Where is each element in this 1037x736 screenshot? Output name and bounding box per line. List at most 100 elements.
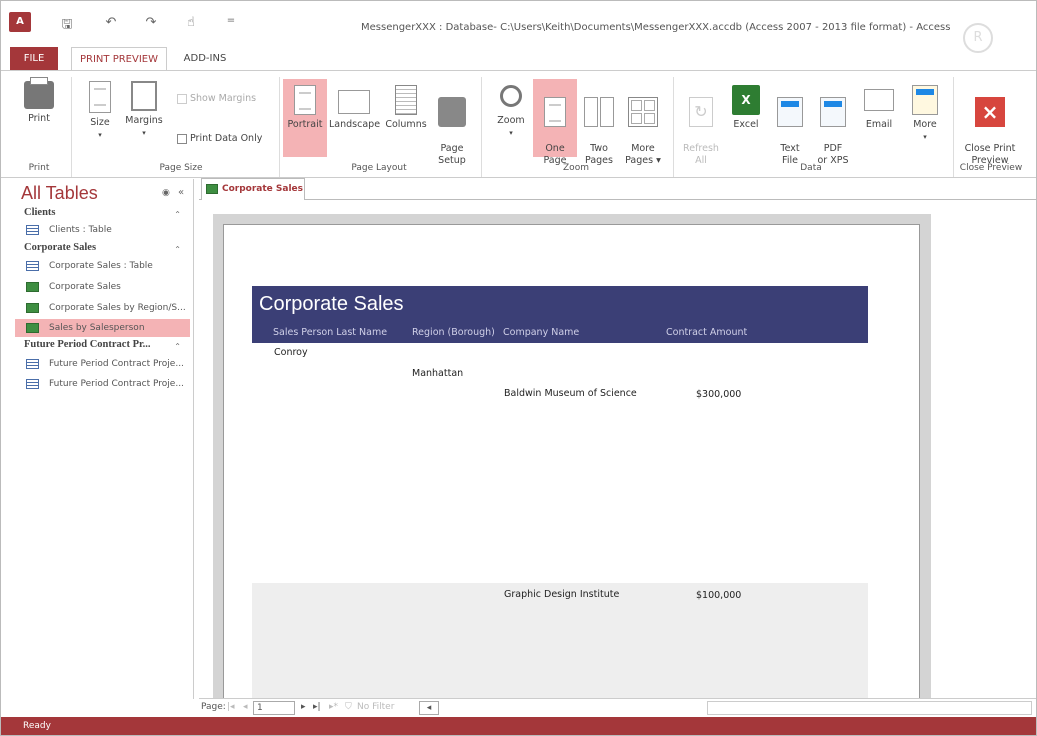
landscape-label: Landscape: [329, 119, 381, 130]
zoom-button[interactable]: Zoom ▾: [491, 85, 531, 139]
print-data-only-label: Print Data Only: [190, 133, 263, 144]
alternate-row-band: [252, 583, 868, 699]
excel-icon: X: [732, 85, 760, 115]
one-page-button[interactable]: One Page: [533, 79, 577, 166]
column-header-salesperson: Sales Person Last Name: [273, 327, 388, 338]
nav-item-label: Corporate Sales : Table: [49, 261, 153, 271]
table-icon: [26, 261, 39, 271]
new-record-icon[interactable]: ▸*: [329, 702, 338, 712]
landscape-button[interactable]: Landscape: [329, 85, 381, 131]
nav-group-clients[interactable]: Clients: [24, 207, 56, 218]
collapse-group-icon[interactable]: ⌃: [174, 342, 181, 351]
zoom-label: Zoom: [497, 115, 525, 126]
checkbox-icon: [177, 133, 187, 144]
email-label: Email: [865, 119, 893, 130]
more-pages-icon: [628, 97, 658, 127]
margins-button[interactable]: Margins ▾: [121, 81, 167, 139]
access-app-icon[interactable]: A: [9, 12, 31, 32]
table-icon: [26, 225, 39, 235]
document-tab-corporate-sales[interactable]: Corporate Sales: [201, 178, 305, 200]
first-page-icon[interactable]: |◂: [227, 702, 235, 712]
email-button[interactable]: Email: [859, 85, 899, 131]
tab-add-ins[interactable]: ADD-INS: [173, 47, 237, 71]
collapse-pane-icon[interactable]: «: [178, 187, 184, 198]
horizontal-scrollbar[interactable]: [707, 701, 1032, 715]
customize-qat-icon[interactable]: =: [221, 15, 241, 33]
nav-item-label: Corporate Sales by Region/S...: [49, 303, 186, 313]
columns-button[interactable]: Columns: [383, 85, 429, 131]
excel-label: Excel: [733, 119, 759, 130]
company-value: Graphic Design Institute: [504, 589, 620, 600]
scroll-left-icon[interactable]: ◂: [419, 701, 439, 715]
report-icon: [206, 184, 218, 194]
excel-button[interactable]: X Excel: [727, 85, 765, 131]
report-icon: [26, 323, 39, 333]
amount-value: $300,000: [696, 389, 742, 400]
nav-item-clients-table[interactable]: Clients : Table: [24, 221, 188, 239]
dropdown-arrow-icon: ▾: [142, 129, 146, 137]
collapse-group-icon[interactable]: ⌃: [174, 245, 181, 254]
more-pages-label: More Pages ▾: [625, 143, 661, 166]
size-label: Size: [90, 117, 110, 128]
margins-label: Margins: [125, 115, 163, 126]
touch-mode-icon[interactable]: ☝: [181, 15, 201, 33]
more-export-button[interactable]: More ▾: [905, 85, 945, 143]
document-tab-label: Corporate Sales: [222, 184, 304, 194]
save-icon[interactable]: 🖫: [57, 15, 77, 33]
tab-print-preview[interactable]: PRINT PREVIEW: [71, 47, 167, 71]
more-pages-button[interactable]: More Pages ▾: [621, 85, 665, 179]
column-header-company: Company Name: [503, 327, 580, 338]
access-window: A 🖫 ↶ ↷ ☝ = MessengerXXX : Database- C:\…: [0, 0, 1037, 736]
nav-item-corporate-sales-by-region[interactable]: Corporate Sales by Region/S...: [24, 299, 188, 317]
window-title: MessengerXXX : Database- C:\Users\Keith\…: [361, 22, 951, 33]
print-data-only-checkbox[interactable]: Print Data Only: [177, 133, 262, 145]
refresh-all-button[interactable]: ↻ Refresh All: [681, 85, 721, 179]
page-setup-button[interactable]: Page Setup: [433, 85, 471, 179]
redo-icon[interactable]: ↷: [141, 15, 161, 33]
nav-item-label: Corporate Sales: [49, 282, 121, 292]
last-page-icon[interactable]: ▸|: [313, 702, 321, 712]
more-export-icon: [912, 85, 938, 115]
ribbon: Print Print Size ▾ Margins ▾ Show Margin…: [1, 70, 1036, 179]
page-setup-label: Page Setup: [438, 143, 466, 166]
group-label-zoom: Zoom: [563, 163, 589, 173]
portrait-button[interactable]: Portrait: [283, 79, 327, 157]
page-number-input[interactable]: 1: [253, 701, 295, 715]
printer-icon: [24, 77, 54, 109]
previous-page-icon[interactable]: ◂: [243, 702, 248, 712]
nav-item-corporate-sales-report[interactable]: Corporate Sales: [24, 278, 188, 296]
nav-item-label: Clients : Table: [49, 225, 112, 235]
group-label-print: Print: [28, 163, 50, 173]
pdf-xps-icon: [820, 97, 846, 127]
collapse-group-icon[interactable]: ⌃: [174, 210, 181, 219]
size-button[interactable]: Size ▾: [83, 81, 117, 141]
nav-item-sales-by-salesperson[interactable]: Sales by Salesperson: [15, 319, 190, 337]
show-margins-checkbox[interactable]: Show Margins: [177, 93, 256, 105]
nav-item-future-period-2[interactable]: Future Period Contract Proje...: [24, 375, 188, 393]
nav-group-corporate-sales[interactable]: Corporate Sales: [24, 242, 96, 253]
nav-item-future-period-1[interactable]: Future Period Contract Proje...: [24, 355, 188, 373]
title-bar: A 🖫 ↶ ↷ ☝ = MessengerXXX : Database- C:\…: [1, 1, 1036, 53]
nav-item-label: Future Period Contract Proje...: [49, 379, 184, 389]
undo-icon[interactable]: ↶: [101, 15, 121, 33]
filter-icon[interactable]: ⛉: [345, 702, 352, 712]
column-header-amount: Contract Amount: [666, 327, 748, 338]
next-page-icon[interactable]: ▸: [301, 702, 306, 712]
group-divider: [953, 77, 954, 177]
nav-item-corporate-sales-table[interactable]: Corporate Sales : Table: [24, 257, 188, 275]
page-setup-icon: [438, 97, 466, 127]
nav-group-future-period[interactable]: Future Period Contract Pr...: [24, 339, 151, 350]
amount-value: $100,000: [696, 590, 742, 601]
print-button[interactable]: Print: [19, 77, 59, 125]
no-filter-label[interactable]: No Filter: [357, 702, 394, 712]
report-icon: [26, 282, 39, 292]
nav-item-label: Future Period Contract Proje...: [49, 359, 184, 369]
group-label-page-layout: Page Layout: [351, 163, 407, 173]
nav-options-icon[interactable]: ◉: [162, 188, 170, 198]
table-icon: [26, 359, 39, 369]
two-pages-icon: [584, 97, 614, 127]
close-icon: ×: [975, 97, 1005, 127]
tab-file[interactable]: FILE: [10, 47, 58, 71]
nav-pane-title[interactable]: All Tables: [21, 183, 98, 204]
page-size-icon: [89, 81, 111, 113]
